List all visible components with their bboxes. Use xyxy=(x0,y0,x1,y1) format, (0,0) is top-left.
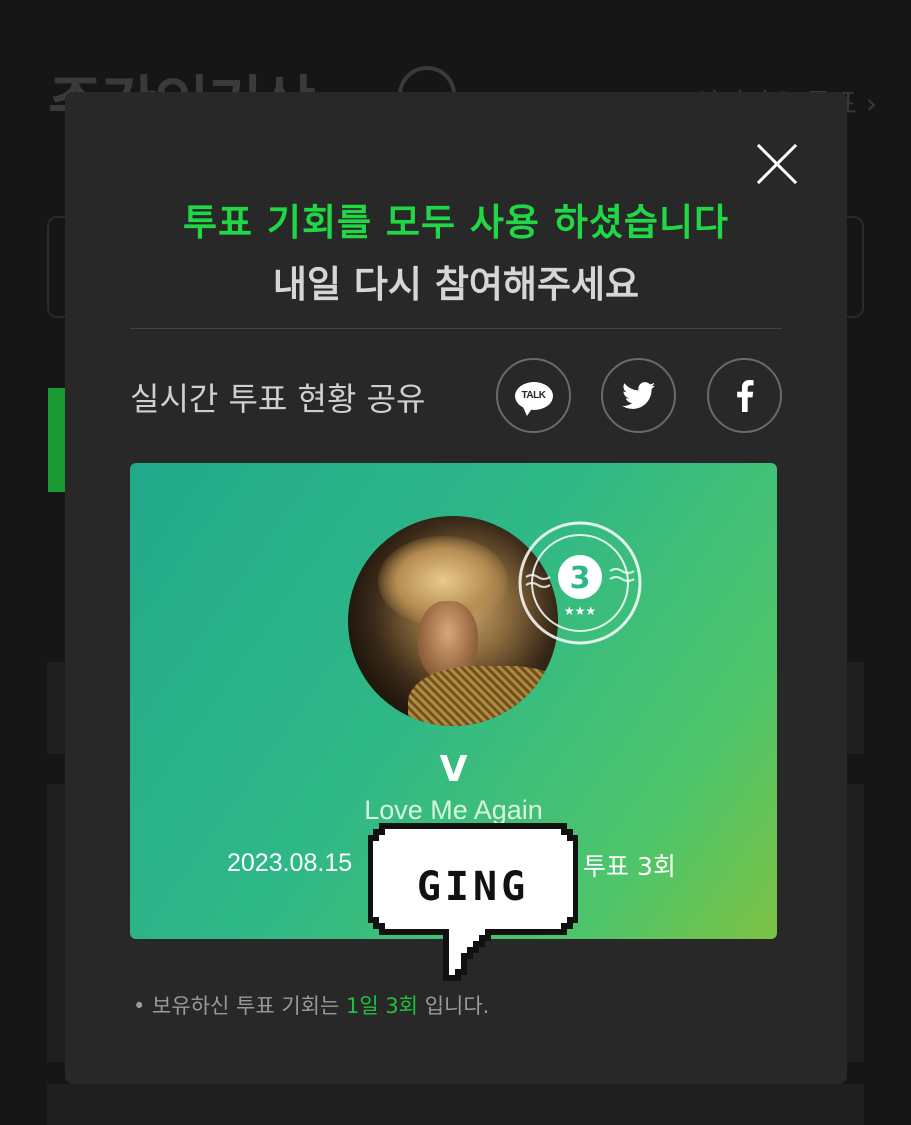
divider xyxy=(130,328,782,329)
vote-count-stamp: 3 ★★★ xyxy=(518,521,642,645)
background-green-bar xyxy=(48,388,66,492)
vote-result-modal: 투표 기회를 모두 사용 하셨습니다 내일 다시 참여해주세요 실시간 투표 현… xyxy=(65,92,847,1084)
share-kakaotalk-button[interactable]: TALK xyxy=(496,358,571,433)
note-highlight: 1일 3회 xyxy=(345,994,419,1018)
stamp-stars: ★★★ xyxy=(564,604,596,618)
background-panel xyxy=(47,1084,864,1125)
vote-date: 2023.08.15 xyxy=(227,849,353,877)
note-suffix: 입니다. xyxy=(418,994,490,1018)
vote-count: 투표 3회 xyxy=(583,852,676,881)
twitter-bird-icon xyxy=(621,381,655,409)
vote-exhausted-message: 투표 기회를 모두 사용 하셨습니다 xyxy=(182,201,730,244)
close-icon[interactable] xyxy=(755,142,799,186)
share-label: 실시간 투표 현황 공유 xyxy=(130,380,426,418)
share-twitter-button[interactable] xyxy=(601,358,676,433)
talk-label: TALK xyxy=(521,390,546,401)
share-facebook-button[interactable] xyxy=(707,358,782,433)
note-prefix: • 보유하신 투표 기회는 xyxy=(133,994,346,1018)
stamp-number: 3 xyxy=(570,561,591,596)
ging-sticker: GING xyxy=(368,823,578,981)
artist-name: V xyxy=(439,749,468,790)
kakao-talk-icon: TALK xyxy=(514,381,553,416)
sticker-text: GING xyxy=(417,864,529,910)
vote-limit-note: • 보유하신 투표 기회는 1일 3회 입니다. xyxy=(133,990,489,1020)
come-back-tomorrow-message: 내일 다시 참여해주세요 xyxy=(272,263,640,306)
facebook-icon xyxy=(736,379,754,412)
